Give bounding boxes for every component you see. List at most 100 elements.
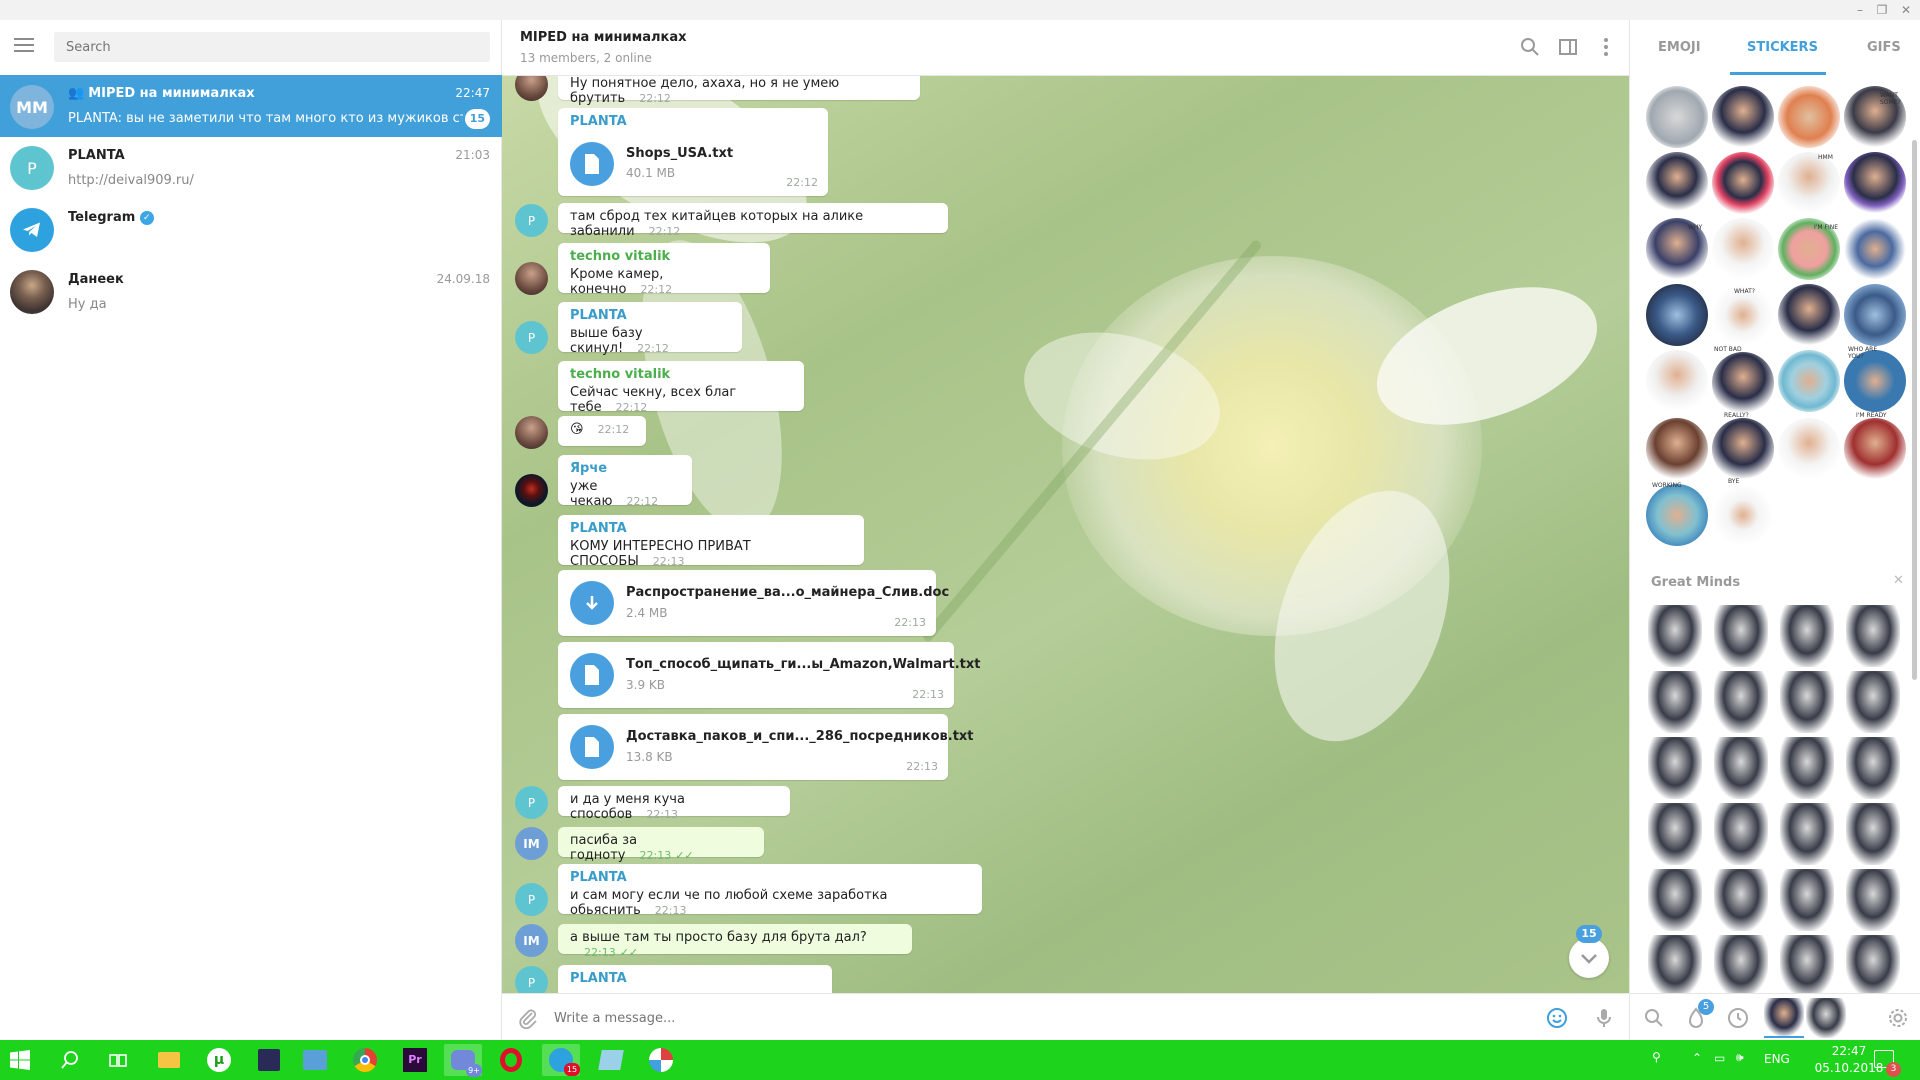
message-bubble[interactable]: PLANTA выше базу скинул! 22:12	[558, 302, 742, 356]
file-icon[interactable]	[570, 653, 614, 697]
file-message[interactable]: Топ_способ_щипать_ги...ы_Amazon,Walmart.…	[558, 642, 980, 708]
sticker[interactable]	[1780, 803, 1834, 865]
sticker[interactable]	[1714, 935, 1768, 993]
sticker[interactable]	[1648, 605, 1702, 667]
search-icon[interactable]	[1642, 1006, 1666, 1030]
sender-avatar[interactable]: P	[515, 883, 548, 916]
sticker[interactable]	[1648, 935, 1702, 993]
message-bubble[interactable]: а выше там ты просто базу для брута дал?…	[558, 924, 912, 959]
sticker-pack-thumbnail[interactable]	[1764, 998, 1804, 1038]
sticker[interactable]	[1846, 869, 1900, 931]
close-icon[interactable]: ✕	[1893, 573, 1904, 588]
file-name[interactable]: Доставка_паков_и_спи..._286_посредников.…	[626, 729, 974, 744]
sender-avatar[interactable]: P	[515, 204, 548, 237]
network-icon[interactable]: ▭	[1714, 1051, 1725, 1065]
sidebar-toggle-icon[interactable]	[1556, 35, 1580, 59]
sticker[interactable]	[1846, 803, 1900, 865]
sticker[interactable]	[1844, 218, 1906, 280]
sender-avatar[interactable]	[515, 416, 548, 449]
tab-gifs[interactable]: GIFS	[1867, 40, 1901, 55]
sticker[interactable]	[1844, 284, 1906, 346]
sender-avatar[interactable]: P	[515, 321, 548, 354]
search-icon[interactable]	[60, 1050, 80, 1070]
sticker[interactable]	[1778, 152, 1840, 214]
scroll-down-button[interactable]	[1569, 938, 1609, 978]
file-message[interactable]: Распространение_ва...о_майнера_Слив.doc …	[558, 570, 949, 636]
sticker[interactable]	[1648, 869, 1702, 931]
file-message[interactable]: Доставка_паков_и_спи..._286_посредников.…	[558, 714, 974, 780]
microphone-icon[interactable]	[1592, 1006, 1616, 1030]
tray-chevron-up-icon[interactable]: ⌃	[1692, 1051, 1702, 1065]
message-sender[interactable]: Ярче	[570, 461, 680, 476]
file-message[interactable]: PLANTA Shops_USA.txt 40.1 MB 22:12	[558, 108, 828, 196]
message-bubble[interactable]: PLANTA КОМУ ИНТЕРЕСНО ПРИВАТ СПОСОБЫ 22:1…	[558, 515, 864, 569]
sticker[interactable]	[1778, 284, 1840, 346]
dialog-miped[interactable]: MM 👥 MIPED на минималках 22:47 PLANTA: вы…	[0, 75, 502, 137]
message-bubble[interactable]: там сброд тех китайцев которых на алике …	[558, 203, 948, 239]
sticker[interactable]	[1714, 671, 1768, 733]
scrollbar[interactable]	[1912, 140, 1917, 680]
sticker[interactable]	[1648, 803, 1702, 865]
sender-avatar[interactable]	[515, 262, 548, 295]
sticker-pack-thumbnail[interactable]	[1806, 998, 1846, 1038]
file-explorer-icon[interactable]	[150, 1044, 188, 1076]
volume-icon[interactable]: 🕪	[1736, 1050, 1744, 1065]
sender-avatar[interactable]: P	[515, 966, 548, 993]
message-bubble[interactable]: пасиба за годноту 22:13 ✓✓	[558, 827, 764, 863]
sticker[interactable]	[1714, 869, 1768, 931]
message-sender[interactable]: techno vitalik	[570, 249, 758, 264]
premiere-icon[interactable]: Pr	[396, 1044, 434, 1076]
sticker[interactable]	[1646, 484, 1708, 546]
sticker[interactable]	[1712, 418, 1774, 480]
message-bubble[interactable]: PLANTA	[558, 965, 832, 993]
language-indicator[interactable]: ENG	[1764, 1052, 1790, 1066]
utorrent-icon[interactable]: µ	[200, 1044, 238, 1076]
message-sender[interactable]: techno vitalik	[570, 367, 792, 382]
sticker[interactable]	[1712, 352, 1774, 414]
sticker[interactable]	[1646, 284, 1708, 346]
sticker[interactable]	[1778, 350, 1840, 412]
download-icon[interactable]	[570, 581, 614, 625]
sticker[interactable]	[1844, 152, 1906, 214]
file-name[interactable]: Топ_способ_щипать_ги...ы_Amazon,Walmart.…	[626, 657, 980, 672]
message-bubble[interactable]: PLANTA и сам могу если че по любой схеме…	[558, 864, 982, 918]
sticker[interactable]	[1712, 484, 1774, 546]
message-bubble[interactable]: techno vitalik Сейчас чекну, всех благ т…	[558, 361, 804, 415]
message-sender[interactable]: PLANTA	[570, 521, 852, 536]
file-name[interactable]: Shops_USA.txt	[626, 146, 733, 161]
paperclip-icon[interactable]	[516, 1006, 540, 1030]
sender-avatar[interactable]	[515, 474, 548, 507]
chat-messages-area[interactable]: Ну понятное дело, ахаха, но я не умею бр…	[502, 76, 1629, 993]
message-input[interactable]	[554, 1006, 1454, 1030]
sticker[interactable]	[1712, 152, 1774, 214]
sticker[interactable]	[1646, 86, 1708, 148]
sticker[interactable]	[1846, 935, 1900, 993]
tab-emoji[interactable]: EMOJI	[1658, 40, 1701, 55]
file-icon[interactable]	[570, 725, 614, 769]
message-bubble[interactable]: Ярче уже чекаю 22:12	[558, 455, 692, 509]
sticker[interactable]	[1778, 86, 1840, 148]
sticker[interactable]	[1646, 418, 1708, 480]
message-sender[interactable]: PLANTA	[570, 308, 730, 323]
sticker[interactable]	[1780, 935, 1834, 993]
people-icon[interactable]: ⚲	[1652, 1050, 1661, 1064]
dialog-telegram[interactable]: Telegram ✓	[0, 199, 502, 261]
sticker[interactable]	[1846, 671, 1900, 733]
message-bubble[interactable]: Ну понятное дело, ахаха, но я не умею бр…	[558, 76, 920, 106]
sticker[interactable]	[1646, 152, 1708, 214]
sticker[interactable]	[1714, 737, 1768, 799]
app-icon[interactable]	[642, 1044, 680, 1076]
sticker[interactable]	[1780, 737, 1834, 799]
sticker[interactable]	[1780, 605, 1834, 667]
sticker[interactable]	[1714, 803, 1768, 865]
opera-icon[interactable]	[492, 1044, 530, 1076]
search-input[interactable]	[54, 32, 490, 62]
sticker[interactable]	[1844, 418, 1906, 480]
task-view-icon[interactable]	[108, 1050, 128, 1070]
sticker[interactable]	[1646, 350, 1708, 412]
sender-avatar[interactable]: P	[515, 786, 548, 819]
file-icon[interactable]	[570, 142, 614, 186]
app-icon[interactable]	[592, 1044, 630, 1076]
windows-start-icon[interactable]	[10, 1050, 30, 1070]
message-sender[interactable]: PLANTA	[570, 114, 816, 129]
